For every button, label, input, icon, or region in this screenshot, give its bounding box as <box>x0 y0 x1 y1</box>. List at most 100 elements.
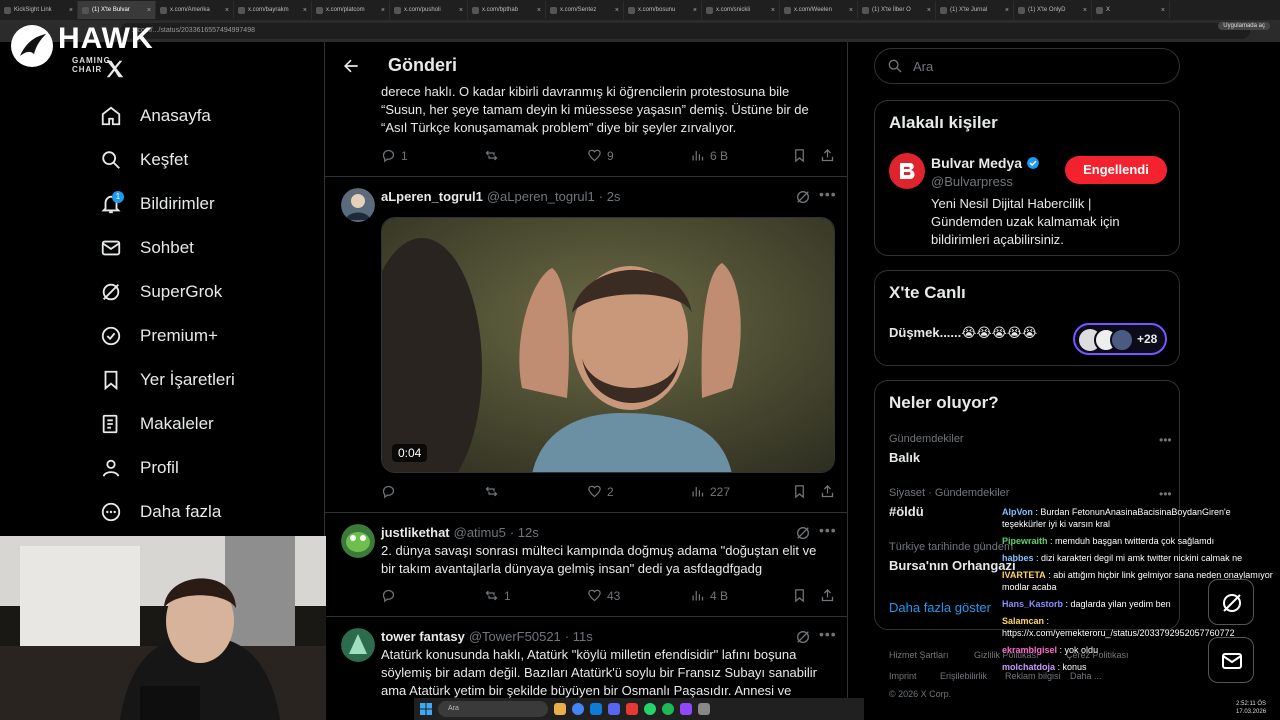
author-handle[interactable]: @aLperen_togrul1 <box>487 189 595 204</box>
close-icon[interactable]: × <box>615 7 619 14</box>
more-options-icon[interactable]: ••• <box>819 186 837 202</box>
trend-name[interactable]: Bursa'nın Orhangazi <box>889 558 1016 573</box>
browser-tab[interactable]: x.com/platcom × <box>312 1 390 19</box>
sidebar-item-6[interactable]: Yer İşaretleri <box>100 365 235 395</box>
open-in-app-button[interactable]: Uygulamada aç <box>1218 22 1270 30</box>
author-handle[interactable]: @TowerF50521 <box>469 629 561 644</box>
avatar[interactable] <box>341 188 375 222</box>
x-live-card[interactable]: X'te Canlı Düşmek......😭😭😭😭😭 +28 <box>874 270 1180 366</box>
reply-button[interactable] <box>381 484 401 499</box>
retweet-button[interactable] <box>484 148 504 163</box>
discord-icon[interactable] <box>608 703 620 715</box>
show-more-link[interactable]: Daha fazla göster <box>889 600 991 615</box>
browser-tab[interactable]: x.com/Amerika × <box>156 1 234 19</box>
like-button[interactable]: 2 <box>587 484 614 499</box>
sidebar-item-1[interactable]: Keşfet <box>100 145 188 175</box>
sidebar-item-9[interactable]: Daha fazla <box>100 497 221 527</box>
trend-more-icon[interactable]: ••• <box>1159 433 1172 447</box>
share-button[interactable] <box>820 588 835 603</box>
bookmark-button[interactable] <box>792 148 807 163</box>
blocked-button[interactable]: Engellendi <box>1065 156 1167 184</box>
browser-tab[interactable]: (1) X'te İlber O × <box>858 1 936 19</box>
chrome-icon[interactable] <box>572 703 584 715</box>
browser-tab[interactable]: KickSight Link × <box>0 1 78 19</box>
browser-tab[interactable]: x.com/bayrakm × <box>234 1 312 19</box>
close-icon[interactable]: × <box>771 7 775 14</box>
sidebar-item-2[interactable]: 1 Bildirimler <box>100 189 215 219</box>
related-handle[interactable]: @Bulvarpress <box>931 174 1013 189</box>
whatsapp-icon[interactable] <box>644 703 656 715</box>
more-options-icon[interactable]: ••• <box>819 626 837 642</box>
close-icon[interactable]: × <box>537 7 541 14</box>
close-icon[interactable]: × <box>69 7 73 14</box>
author-name[interactable]: aLperen_togrul1 <box>381 189 483 204</box>
sidebar-item-5[interactable]: Premium+ <box>100 321 218 351</box>
author-name[interactable]: justlikethat <box>381 525 450 540</box>
close-icon[interactable]: × <box>849 7 853 14</box>
sidebar-item-7[interactable]: Makaleler <box>100 409 214 439</box>
browser-tab[interactable]: x.com/bpthab × <box>468 1 546 19</box>
sidebar-item-4[interactable]: SuperGrok <box>100 277 222 307</box>
footer-link[interactable]: Imprint <box>889 671 917 681</box>
bulvar-avatar[interactable] <box>889 153 925 189</box>
browser-tab[interactable]: x.com/bosunu × <box>624 1 702 19</box>
bookmark-button[interactable] <box>792 588 807 603</box>
grok-icon[interactable] <box>795 629 811 645</box>
close-icon[interactable]: × <box>1083 7 1087 14</box>
views-button[interactable]: 6 B <box>690 148 728 163</box>
more-options-icon[interactable]: ••• <box>819 522 837 538</box>
x-logo-icon[interactable] <box>104 58 126 80</box>
app-icon[interactable] <box>590 703 602 715</box>
retweet-button[interactable]: 1 <box>484 588 511 603</box>
views-button[interactable]: 227 <box>690 484 730 499</box>
footer-link[interactable]: Hizmet Şartları <box>889 650 949 660</box>
sidebar-item-0[interactable]: Anasayfa <box>100 101 211 131</box>
avatar[interactable] <box>341 628 375 662</box>
browser-tab[interactable]: x.com/Weelen × <box>780 1 858 19</box>
browser-tab[interactable]: x.com/snickli × <box>702 1 780 19</box>
footer-link[interactable]: Erişilebilirlik <box>940 671 987 681</box>
browser-tab[interactable]: x.com/Sentez × <box>546 1 624 19</box>
close-icon[interactable]: × <box>381 7 385 14</box>
tweet-time[interactable]: · 2s <box>599 189 621 204</box>
close-icon[interactable]: × <box>459 7 463 14</box>
related-name[interactable]: Bulvar Medya <box>931 155 1022 171</box>
url-field[interactable]: x.com/.../status/2033616557494997498 <box>120 23 1250 39</box>
author-handle[interactable]: @atimu5 <box>454 525 506 540</box>
author-name[interactable]: tower fantasy <box>381 629 465 644</box>
grok-icon[interactable] <box>795 525 811 541</box>
taskbar-search[interactable]: Ara <box>438 701 548 717</box>
back-arrow-icon[interactable] <box>341 56 361 76</box>
app-icon[interactable] <box>698 703 710 715</box>
reply-button[interactable]: 1 <box>381 148 408 163</box>
tweet-time[interactable]: · 11s <box>565 629 593 644</box>
grok-icon[interactable] <box>795 189 811 205</box>
sidebar-item-8[interactable]: Profil <box>100 453 179 483</box>
avatar[interactable] <box>341 524 375 558</box>
share-button[interactable] <box>820 484 835 499</box>
spotify-icon[interactable] <box>662 703 674 715</box>
like-button[interactable]: 9 <box>587 148 614 163</box>
windows-start-icon[interactable] <box>420 703 432 715</box>
grok-fab-button[interactable] <box>1208 579 1254 625</box>
bookmark-button[interactable] <box>792 484 807 499</box>
sidebar-item-3[interactable]: Sohbet <box>100 233 194 263</box>
browser-tab[interactable]: X × <box>1092 1 1170 19</box>
trend-name[interactable]: #öldü <box>889 504 924 519</box>
trend-name[interactable]: Balık <box>889 450 920 465</box>
retweet-button[interactable] <box>484 484 504 499</box>
like-button[interactable]: 43 <box>587 588 620 603</box>
search-input[interactable]: Ara <box>874 48 1180 84</box>
views-button[interactable]: 4 B <box>690 588 728 603</box>
close-icon[interactable]: × <box>303 7 307 14</box>
tweet-video[interactable]: 0:04 <box>381 217 835 473</box>
share-button[interactable] <box>820 148 835 163</box>
live-listeners[interactable]: +28 <box>1073 323 1167 355</box>
browser-tab[interactable]: (1) X'te Bulvar × <box>78 1 156 19</box>
close-icon[interactable]: × <box>693 7 697 14</box>
close-icon[interactable]: × <box>1161 7 1165 14</box>
browser-tab[interactable]: (1) X'te OnlyD × <box>1014 1 1092 19</box>
close-icon[interactable]: × <box>927 7 931 14</box>
browser-tab[interactable]: (1) X'te Jurnal × <box>936 1 1014 19</box>
app-icon[interactable] <box>680 703 692 715</box>
